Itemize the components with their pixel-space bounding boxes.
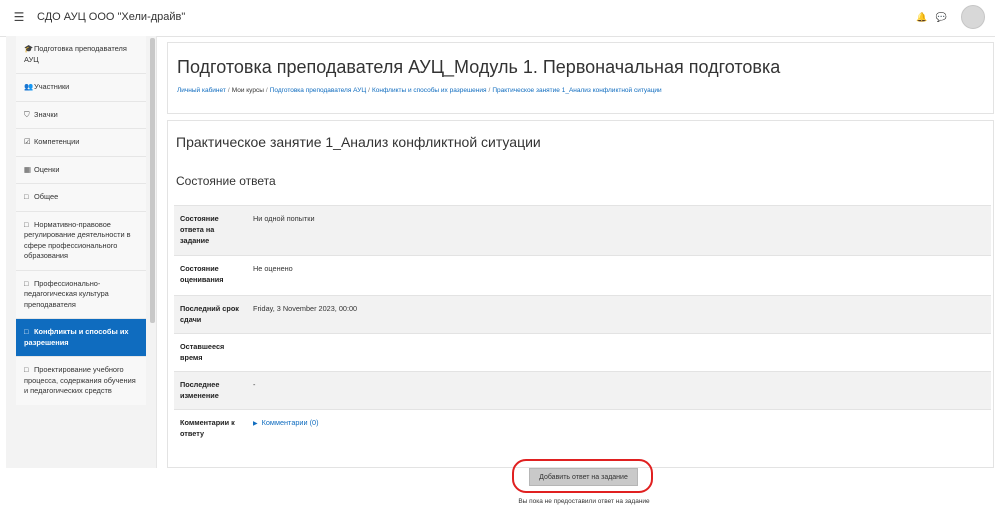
sidebar-item-label: Нормативно-правовое регулирование деятел… (24, 219, 131, 261)
sidebar-item-label: Конфликты и способы их разрешения (24, 327, 129, 347)
caret-right-icon[interactable]: ▶ (253, 421, 258, 427)
breadcrumb-separator: / (265, 87, 268, 94)
submission-status-table: Состояние ответа на задание Ни одной поп… (174, 205, 991, 450)
folder-icon: □ (24, 192, 29, 201)
sidebar-list: 🎓Подготовка преподавателя АУЦ 👥Участники… (16, 36, 146, 405)
breadcrumb-section[interactable]: Конфликты и способы их разрешения (372, 87, 487, 94)
add-submission-button[interactable]: Добавить ответ на задание (529, 468, 638, 486)
row-label: Оставшееся время (174, 333, 247, 372)
table-row: Состояние оценивания Не оценено (174, 255, 991, 296)
table-row: Состояние ответа на задание Ни одной поп… (174, 205, 991, 256)
row-value: Не оценено (247, 255, 991, 296)
row-label: Последнее изменение (174, 371, 247, 410)
sidebar-item-label: Профессионально-педагогическая культура … (24, 278, 109, 309)
assignment-card: Практическое занятие 1_Анализ конфликтно… (167, 120, 994, 468)
sidebar-item-label: Общее (34, 192, 59, 201)
table-row: Последний срок сдачи Friday, 3 November … (174, 295, 991, 334)
row-label: Состояние оценивания (174, 255, 247, 296)
table-icon: ▦ (24, 164, 31, 174)
site-name[interactable]: СДО АУЦ ООО "Хели-драйв" (37, 11, 185, 23)
page-title: Подготовка преподавателя АУЦ_Модуль 1. П… (177, 57, 781, 77)
hamburger-icon[interactable]: ☰ (12, 10, 26, 24)
row-value (247, 333, 991, 372)
sidebar-item-general[interactable]: □ Общее (16, 183, 146, 211)
row-label: Последний срок сдачи (174, 295, 247, 334)
row-value: ▶ Комментарии (0) (247, 409, 991, 450)
sidebar-item-label: Подготовка преподавателя АУЦ (24, 44, 127, 64)
table-row: Последнее изменение - (174, 371, 991, 410)
activity-title: Практическое занятие 1_Анализ конфликтно… (176, 134, 541, 150)
sidebar-item-badges[interactable]: ⛉ Значки (16, 100, 146, 128)
page-header: Подготовка преподавателя АУЦ_Модуль 1. П… (167, 42, 994, 114)
sidebar-item-label: Значки (34, 109, 58, 119)
bell-icon[interactable]: 🔔 (916, 12, 927, 22)
submission-status-heading: Состояние ответа (176, 174, 276, 188)
folder-icon: □ (24, 365, 29, 374)
users-icon: 👥 (24, 82, 34, 91)
folder-icon: □ (24, 327, 29, 336)
sidebar-item-competencies[interactable]: ☑ Компетенции (16, 128, 146, 156)
breadcrumb-separator: / (227, 87, 230, 94)
chat-icon[interactable]: 💬 (936, 12, 947, 22)
sidebar-item-course[interactable]: 🎓Подготовка преподавателя АУЦ (16, 36, 146, 73)
sidebar-item-design[interactable]: □ Проектирование учебного процесса, содер… (16, 356, 146, 405)
no-submission-note: Вы пока не предоставили ответ на задание (518, 498, 650, 505)
comments-link[interactable]: Комментарии (0) (262, 418, 319, 427)
table-row: Оставшееся время (174, 333, 991, 372)
sidebar-item-conflicts[interactable]: □ Конфликты и способы их разрешения (16, 318, 146, 356)
sidebar-item-label: Компетенции (34, 137, 80, 146)
folder-icon: □ (24, 278, 29, 288)
sidebar-item-label: Участники (34, 82, 70, 91)
row-value: Friday, 3 November 2023, 00:00 (247, 295, 991, 334)
sidebar-scrollbar[interactable] (150, 38, 155, 323)
sidebar-item-grades[interactable]: ▦ Оценки (16, 155, 146, 183)
top-navbar: ☰ СДО АУЦ ООО "Хели-драйв" 🔔 💬 (0, 0, 995, 37)
row-label: Комментарии к ответу (174, 409, 247, 450)
sidebar-item-legal[interactable]: □ Нормативно-правовое регулирование деяте… (16, 210, 146, 270)
navbar-icons: 🔔 💬 (910, 12, 947, 23)
breadcrumb-my-courses: Мои курсы (231, 87, 264, 94)
checkbox-icon: ☑ (24, 137, 31, 146)
breadcrumb-separator: / (488, 87, 491, 94)
breadcrumb-separator: / (368, 87, 370, 94)
breadcrumb-course[interactable]: Подготовка преподавателя АУЦ (270, 87, 366, 94)
folder-icon: □ (24, 219, 29, 229)
table-row: Комментарии к ответу ▶ Комментарии (0) (174, 409, 991, 450)
row-value: Ни одной попытки (247, 205, 991, 256)
sidebar-item-label: Проектирование учебного процесса, содерж… (24, 365, 136, 395)
sidebar-item-label: Оценки (34, 164, 60, 174)
shield-icon: ⛉ (24, 109, 30, 119)
user-avatar[interactable] (961, 5, 985, 29)
breadcrumb-dashboard[interactable]: Личный кабинет (177, 87, 226, 94)
breadcrumb-activity[interactable]: Практическое занятие 1_Анализ конфликтно… (492, 87, 661, 94)
sidebar-item-participants[interactable]: 👥Участники (16, 73, 146, 101)
row-label: Состояние ответа на задание (174, 205, 247, 256)
course-index-sidebar: 🎓Подготовка преподавателя АУЦ 👥Участники… (6, 36, 157, 468)
sidebar-item-culture[interactable]: □ Профессионально-педагогическая культура… (16, 269, 146, 318)
breadcrumb: Личный кабинет / Мои курсы / Подготовка преп… (177, 87, 662, 94)
row-value: - (247, 371, 991, 410)
graduation-cap-icon: 🎓 (24, 44, 34, 53)
